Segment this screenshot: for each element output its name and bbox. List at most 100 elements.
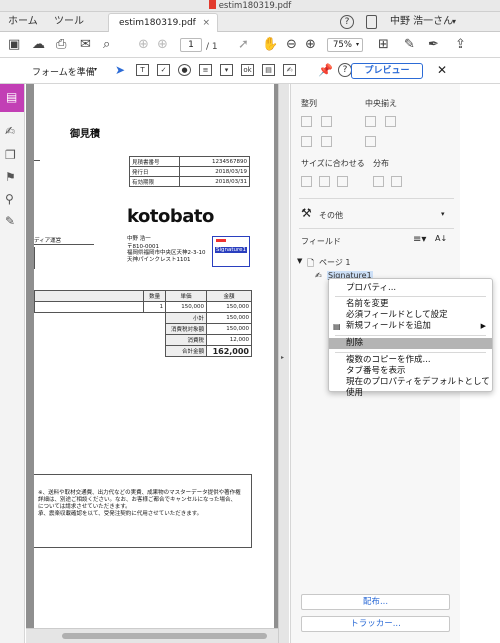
close-tab-icon[interactable]: × xyxy=(202,14,210,32)
menu-separator xyxy=(335,296,486,297)
distribute-horizontal-icon[interactable] xyxy=(373,176,384,187)
menu-item-delete[interactable]: 削除 xyxy=(329,338,492,349)
menu-separator xyxy=(335,352,486,353)
brand-logo: kotobato xyxy=(127,206,214,227)
menu-item-add-new-field-label: 新規フィールドを追加 xyxy=(346,321,431,331)
form-tool-icon: ▤ xyxy=(6,90,18,104)
search-icon[interactable]: ⌕ xyxy=(103,37,110,53)
align-top-icon[interactable] xyxy=(301,136,312,147)
comment-icon[interactable]: ✎ xyxy=(404,37,415,53)
zoom-in-icon[interactable]: ⊕ xyxy=(305,37,316,53)
doc-info-table: 見積書番号 1234567890 発行日 2018/03/19 有効期限 2018/0… xyxy=(129,156,250,187)
tab-home[interactable]: ホーム xyxy=(8,12,38,32)
collapse-panel-icon[interactable]: ▸ xyxy=(281,354,284,361)
center-heading: 中央揃え xyxy=(365,99,397,108)
menu-item-properties[interactable]: プロパティ... xyxy=(329,283,492,294)
tab-document[interactable]: estim180319.pdf × xyxy=(108,13,218,32)
grand-total-value: 162,000 xyxy=(206,345,252,357)
center-horizontal-icon[interactable] xyxy=(365,116,376,127)
bookmark-icon[interactable]: ⚑ xyxy=(5,170,16,184)
account-dropdown-icon[interactable]: ▾ xyxy=(452,12,456,32)
sort-az-icon[interactable]: A↓ xyxy=(435,234,447,243)
dropdown-field-icon[interactable]: ▾ xyxy=(220,64,233,76)
match-both-icon[interactable] xyxy=(337,176,348,187)
distribute-vertical-icon[interactable] xyxy=(391,176,402,187)
align-heading: 整列 xyxy=(301,99,317,108)
page-number-input[interactable]: 1 xyxy=(180,38,202,52)
menu-item-show-tab-numbers[interactable]: タブ番号を表示 xyxy=(329,366,492,377)
sort-options-icon[interactable]: ≡▾ xyxy=(413,234,426,245)
tracker-button[interactable]: トラッカー... xyxy=(301,616,450,632)
prepare-form-dropdown-icon[interactable]: ▾ xyxy=(94,66,97,73)
add-field-icon: ▤ xyxy=(333,322,341,331)
select-tool-icon[interactable]: ➚ xyxy=(238,37,249,53)
preview-button[interactable]: プレビュー xyxy=(351,63,423,79)
close-form-button[interactable]: ✕ xyxy=(437,63,447,77)
menu-item-create-copies[interactable]: 複数のコピーを作成... xyxy=(329,355,492,366)
other-dropdown-icon[interactable]: ▾ xyxy=(441,210,445,218)
attachment-icon[interactable]: ⚲ xyxy=(5,192,14,206)
form-help-icon[interactable]: ? xyxy=(338,63,352,77)
email-icon[interactable]: ✉ xyxy=(80,37,91,53)
radio-button-icon[interactable]: ● xyxy=(178,64,191,76)
sign-icon[interactable]: ✒ xyxy=(428,37,439,53)
signature-field-selected[interactable]: Signature1 xyxy=(212,236,250,267)
center-both-icon[interactable] xyxy=(365,136,376,147)
next-page-icon[interactable]: ⊕ xyxy=(157,37,168,53)
page-node-label[interactable]: ページ 1 xyxy=(319,257,350,268)
fit-page-icon[interactable]: ⊞ xyxy=(378,37,389,53)
checkbox-field-icon[interactable]: ✓ xyxy=(157,64,170,76)
signature-check-icon[interactable]: ✍ xyxy=(5,124,15,138)
match-width-icon[interactable] xyxy=(301,176,312,187)
text-field-icon[interactable]: T xyxy=(136,64,149,76)
cloud-upload-icon[interactable]: ☁ xyxy=(32,37,45,53)
match-height-icon[interactable] xyxy=(319,176,330,187)
scroll-thumb[interactable] xyxy=(62,633,267,639)
horizontal-scrollbar[interactable] xyxy=(26,628,278,643)
image-field-icon[interactable]: ▤ xyxy=(262,64,275,76)
total-label: 消費税対象額 xyxy=(165,323,207,335)
menu-item-set-required[interactable]: 必須フィールドとして設定 xyxy=(329,310,492,321)
info-label: 発行日 xyxy=(129,166,180,177)
list-box-icon[interactable]: ≡ xyxy=(199,64,212,76)
prepare-form-label[interactable]: フォームを準備 xyxy=(32,65,95,78)
align-bottom-icon[interactable] xyxy=(321,136,332,147)
tree-expand-icon[interactable]: ▼ xyxy=(297,257,302,265)
center-vertical-icon[interactable] xyxy=(385,116,396,127)
account-name[interactable]: 中野 浩一さん xyxy=(390,12,453,32)
print-icon[interactable]: ⎙ xyxy=(56,37,66,53)
sign-pen-icon[interactable]: ✎ xyxy=(5,214,15,228)
mobile-icon[interactable] xyxy=(366,15,377,29)
tab-tools[interactable]: ツール xyxy=(54,12,84,32)
notes-box: ※、送料や取材交通費、出力代などの実費、成果物のマスターデータ提供や著作権 詳細… xyxy=(34,474,252,548)
menu-item-rename[interactable]: 名前を変更 xyxy=(329,299,492,310)
help-icon[interactable]: ? xyxy=(340,15,354,29)
zoom-select[interactable]: 75% ▾ xyxy=(327,38,363,52)
menu-item-add-new-field[interactable]: ▤ 新規フィールドを追加 ▶ xyxy=(329,321,492,332)
zoom-out-icon[interactable]: ⊖ xyxy=(286,37,297,53)
align-left-icon[interactable] xyxy=(301,116,312,127)
pin-icon[interactable]: 📌 xyxy=(318,63,333,77)
tab-bar: ホーム ツール estim180319.pdf × ? 中野 浩一さん ▾ xyxy=(0,12,500,32)
document-viewport: 御見積 見積書番号 1234567890 発行日 2018/03/19 有効期限 20… xyxy=(26,84,289,643)
left-rail: ▤ ✍ ❐ ⚑ ⚲ ✎ xyxy=(0,84,25,643)
prepare-form-tool-selected[interactable]: ▤ xyxy=(0,84,24,112)
other-menu[interactable]: その他 xyxy=(319,210,343,221)
info-value: 2018/03/31 xyxy=(179,176,250,187)
page-node-icon: 🗋 xyxy=(307,259,315,269)
cursor-tool-icon[interactable]: ➤ xyxy=(115,63,125,77)
prev-page-icon[interactable]: ⊕ xyxy=(138,37,149,53)
spacer xyxy=(35,335,166,346)
button-field-icon[interactable]: ok xyxy=(241,64,254,76)
share-icon[interactable]: ⇪ xyxy=(455,37,466,53)
hand-tool-icon[interactable]: ✋ xyxy=(262,37,278,53)
vertical-scrollbar[interactable]: ▸ xyxy=(278,84,289,643)
tab-document-label: estim180319.pdf xyxy=(119,18,196,28)
save-icon[interactable]: ▣ xyxy=(8,37,20,53)
distribute-button[interactable]: 配布... xyxy=(301,594,450,610)
field-node-icon: ✍ xyxy=(315,271,322,280)
menu-item-use-as-default[interactable]: 現在のプロパティをデフォルトとして使用 xyxy=(329,377,492,398)
signature-field-icon[interactable]: ✍ xyxy=(283,64,296,76)
align-right-icon[interactable] xyxy=(321,116,332,127)
pages-icon[interactable]: ❐ xyxy=(5,148,16,162)
